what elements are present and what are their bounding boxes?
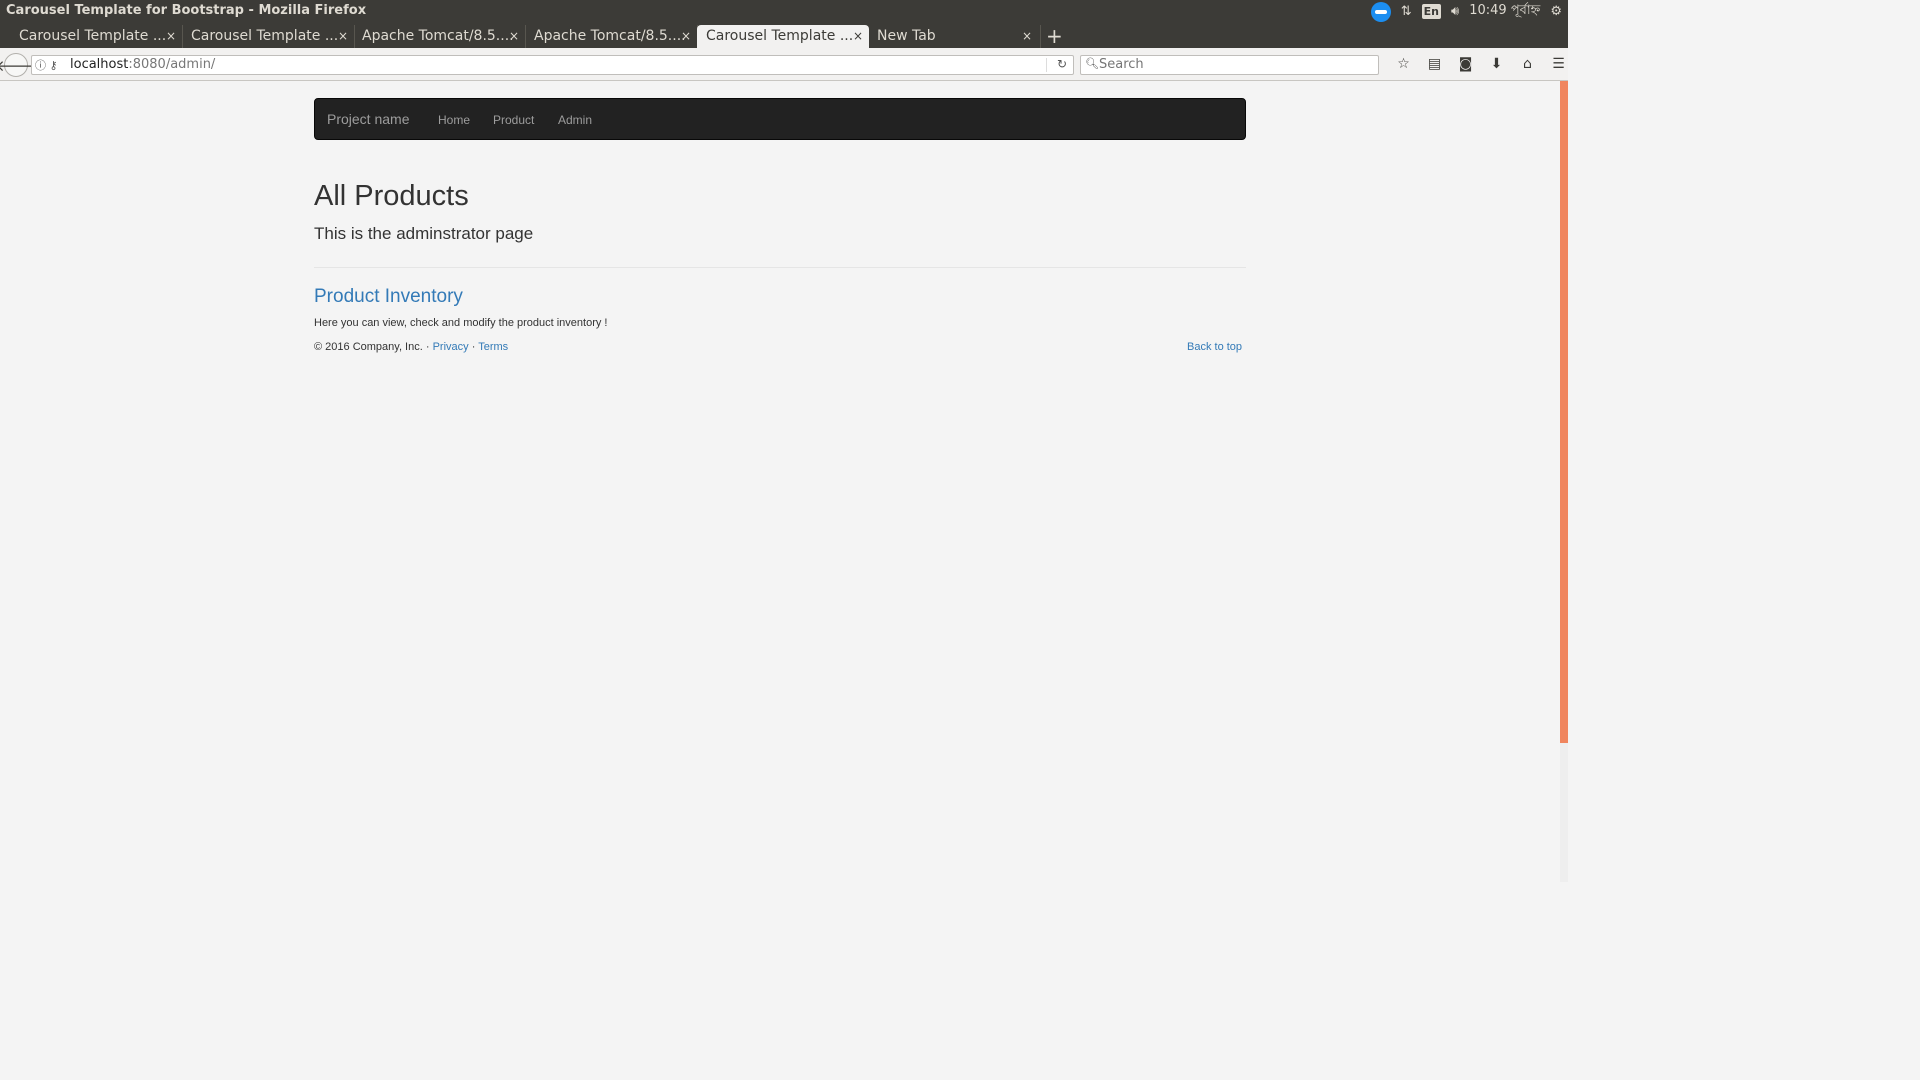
os-top-panel: Carousel Template for Bootstrap - Mozill… (0, 0, 1568, 23)
browser-tab[interactable]: New Tab × (869, 25, 1041, 48)
clock[interactable]: 10:49 পূর্বাহ্ন (1469, 1, 1540, 22)
page-subtitle: This is the adminstrator page (314, 224, 534, 243)
browser-tab[interactable]: Carousel Template ... × (172, 25, 355, 48)
url-path: :8080/admin/ (128, 57, 216, 72)
url-bar[interactable]: ⓘ ⚷ localhost:8080/admin/ ↻ (31, 55, 1074, 75)
tab-close-icon[interactable]: × (681, 29, 691, 43)
download-icon[interactable]: ⬇ (1481, 56, 1512, 72)
search-input[interactable] (1099, 57, 1369, 72)
footer: © 2016 Company, Inc. · Privacy · Terms (314, 341, 508, 353)
url-host: localhost (70, 57, 129, 72)
bookmark-star-icon[interactable]: ☆ (1388, 56, 1419, 72)
nav-link-product[interactable]: Product (493, 113, 534, 127)
tab-close-icon[interactable]: × (1022, 29, 1032, 43)
teamviewer-icon[interactable] (1370, 1, 1391, 22)
back-arrow-icon[interactable]: 🡐 (0, 53, 36, 77)
tab-label: New Tab (877, 28, 936, 44)
browser-tab[interactable]: Apache Tomcat/8.5.... × (343, 25, 526, 48)
nav-link-home[interactable]: Home (438, 113, 470, 127)
tab-label: Carousel Template ... (191, 28, 339, 44)
tab-label: Carousel Template ... (19, 28, 167, 44)
page-viewport: Project name Home Product Admin All Prod… (0, 81, 1568, 882)
scrollbar-track[interactable] (1560, 81, 1568, 882)
back-to-top-link[interactable]: Back to top (1187, 341, 1242, 353)
network-icon[interactable]: ⇅ (1401, 4, 1412, 19)
privacy-link[interactable]: Privacy (433, 341, 469, 353)
browser-tab-active[interactable]: Carousel Template ... × (697, 25, 869, 48)
menu-icon[interactable]: ☰ (1543, 56, 1574, 72)
keyboard-layout-label: En (1421, 4, 1442, 19)
home-icon[interactable]: ⌂ (1512, 56, 1543, 72)
inventory-description: Here you can view, check and modify the … (314, 317, 608, 329)
settings-gear-icon[interactable]: ⚙ (1550, 4, 1562, 19)
new-tab-button[interactable]: + (1046, 24, 1063, 48)
keyboard-layout-indicator[interactable]: En (1421, 4, 1442, 19)
tab-close-icon[interactable]: × (853, 29, 863, 43)
tab-label: Apache Tomcat/8.5.... (362, 28, 514, 44)
search-bar[interactable]: 🔍︎ (1080, 55, 1379, 75)
scrollbar-thumb[interactable] (1560, 81, 1568, 743)
divider (314, 267, 1246, 268)
tab-label: Carousel Template ... (706, 28, 854, 44)
url-text: localhost:8080/admin/ (70, 57, 215, 72)
reload-icon[interactable]: ↻ (1057, 57, 1067, 71)
browser-toolbar: 🡐 ⓘ ⚷ localhost:8080/admin/ ↻ 🔍︎ ☆ ▤ ◙ ⬇… (0, 48, 1568, 81)
browser-tab-strip: Carousel Template ... × Carousel Templat… (0, 23, 1568, 48)
site-navbar: Project name Home Product Admin (314, 98, 1246, 140)
footer-separator: · (471, 341, 476, 353)
reader-list-icon[interactable]: ▤ (1419, 56, 1450, 72)
product-inventory-link[interactable]: Product Inventory (314, 286, 463, 308)
pocket-icon[interactable]: ◙ (1450, 56, 1481, 72)
terms-link[interactable]: Terms (478, 341, 508, 353)
nav-link-admin[interactable]: Admin (558, 113, 592, 127)
browser-tab[interactable]: Apache Tomcat/8.5.... × (515, 25, 698, 48)
tab-label: Apache Tomcat/8.5.... (534, 28, 686, 44)
page-title: All Products (314, 180, 469, 212)
footer-copyright: © 2016 Company, Inc. · (314, 341, 430, 353)
system-tray: ⇅ En 🔊︎ 10:49 পূর্বাহ্ন ⚙ (1361, 0, 1568, 23)
navbar-brand[interactable]: Project name (327, 111, 409, 127)
site-info-icon[interactable]: ⓘ ⚷ (35, 57, 58, 73)
toolbar-icons: ☆ ▤ ◙ ⬇ ⌂ ☰ (1388, 56, 1574, 72)
browser-tab[interactable]: Carousel Template ... × (0, 25, 183, 48)
window-title: Carousel Template for Bootstrap - Mozill… (6, 3, 367, 18)
volume-icon[interactable]: 🔊︎ (1451, 4, 1459, 19)
search-icon: 🔍︎ (1085, 57, 1099, 70)
